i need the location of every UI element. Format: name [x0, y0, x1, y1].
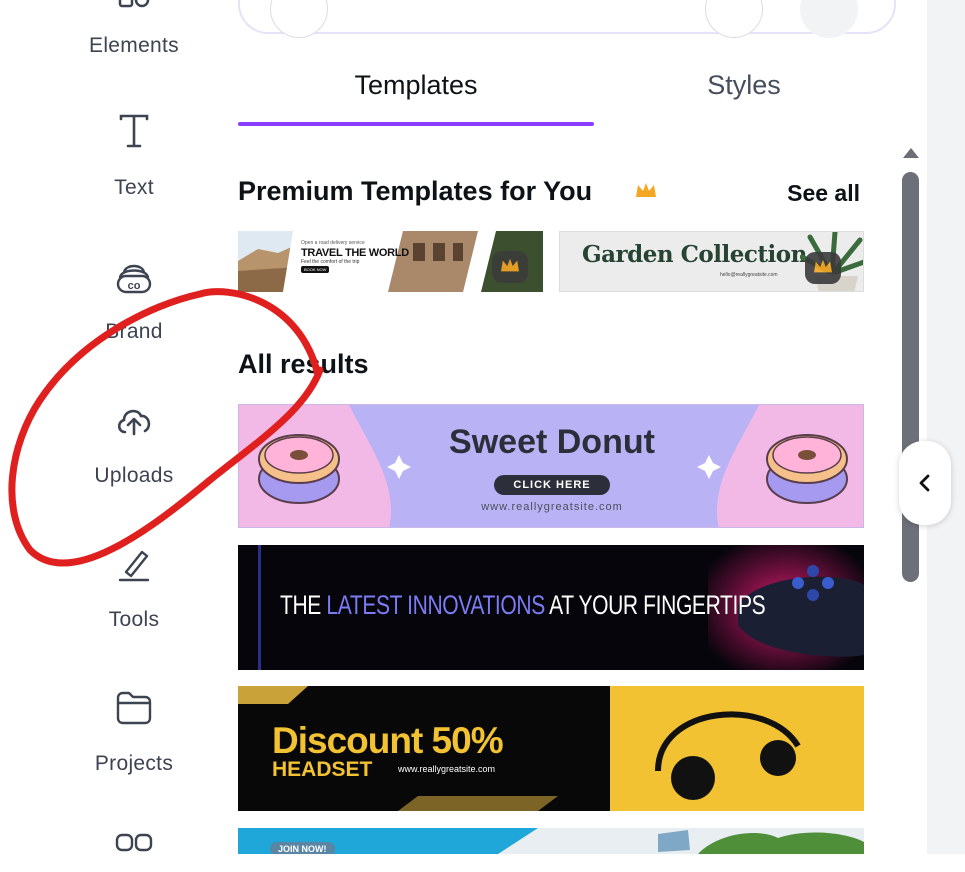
sidebar-item-elements[interactable]: Elements: [44, 0, 224, 110]
template-thumbnail-discount[interactable]: Discount 50% HEADSET www.reallygreatsite…: [238, 686, 864, 811]
sidebar-item-label: Text: [114, 176, 154, 199]
donut-click-button: CLICK HERE: [494, 475, 610, 495]
donut-headline: Sweet Donut: [449, 423, 655, 461]
sidebar-item-tools[interactable]: Tools: [44, 542, 224, 672]
crown-icon: [636, 183, 656, 197]
right-panel-strip: [927, 0, 965, 854]
headline-highlight: LATEST INNOVATIONS: [326, 590, 545, 620]
chevron-left-icon: [919, 474, 930, 492]
discount-subtitle: HEADSET: [272, 758, 373, 781]
travel-subtext: Feel the comfort of the trip: [301, 259, 360, 265]
section-title-premium: Premium Templates for You: [238, 176, 593, 206]
section-title-all-results: All results: [238, 349, 369, 379]
scroll-up-arrow-icon[interactable]: [903, 148, 919, 158]
crown-icon: [814, 259, 832, 273]
search-bar[interactable]: [238, 0, 896, 38]
svg-text:co: co: [128, 280, 141, 292]
text-icon: [119, 114, 149, 148]
collapse-panel-button[interactable]: [899, 441, 951, 525]
garden-subtext: hello@reallygreatsite.com: [720, 272, 778, 278]
active-tab-indicator: [238, 122, 594, 126]
apps-icon: [115, 833, 153, 852]
sidebar-item-label: Brand: [105, 320, 163, 343]
folder-icon: [116, 691, 152, 725]
elements-icon: [118, 0, 150, 8]
innovations-headline: THE LATEST INNOVATIONS AT YOUR FINGERTIP…: [280, 590, 766, 621]
premium-badge: [805, 252, 841, 284]
premium-badge: [492, 251, 528, 283]
brand-icon: co: [116, 264, 152, 294]
template-thumbnail-garden[interactable]: Garden Collection hello@reallygreatsite.…: [559, 231, 864, 292]
sidebar-item-text[interactable]: Text: [44, 110, 224, 240]
sidebar-item-apps[interactable]: [44, 828, 224, 854]
garden-headline: Garden Collection: [582, 241, 807, 268]
search-circle-button[interactable]: [270, 0, 328, 38]
discount-url: www.reallygreatsite.com: [398, 764, 496, 774]
crown-icon: [501, 258, 519, 272]
headline-pre: THE: [280, 590, 327, 620]
options-circle-button[interactable]: [800, 0, 858, 38]
template-thumbnail-join[interactable]: JOIN NOW!: [238, 828, 864, 854]
sidebar-item-label: Projects: [94, 752, 174, 775]
sidebar-item-label: Tools: [108, 608, 160, 631]
join-now-button: JOIN NOW!: [270, 842, 335, 854]
sidebar-item-label: Uploads: [94, 464, 174, 487]
cloud-upload-icon: [117, 409, 151, 436]
travel-headline: TRAVEL THE WORLD: [301, 247, 409, 259]
tab-styles[interactable]: Styles: [594, 70, 894, 104]
see-all-link[interactable]: See all: [787, 180, 860, 207]
headline-post: AT YOUR FINGERTIPS: [544, 590, 766, 620]
template-thumbnail-innovations[interactable]: THE LATEST INNOVATIONS AT YOUR FINGERTIP…: [238, 545, 864, 670]
sidebar-item-uploads[interactable]: Uploads: [44, 398, 224, 528]
sidebar: Elements Text co Brand Uploads Tools Pro…: [0, 0, 225, 854]
tab-templates[interactable]: Templates: [238, 70, 594, 104]
filter-circle-button[interactable]: [705, 0, 763, 38]
tools-icon: [118, 550, 150, 582]
template-thumbnail-sweet-donut[interactable]: Sweet Donut CLICK HERE www.reallygreatsi…: [238, 404, 864, 528]
travel-small-text: Open a road delivery service: [301, 240, 365, 246]
sidebar-item-brand[interactable]: co Brand: [44, 254, 224, 384]
sidebar-item-label: Elements: [89, 34, 179, 57]
travel-book-button: BOOK NOW: [301, 266, 330, 273]
donut-url: www.reallygreatsite.com: [481, 501, 623, 513]
discount-headline: Discount 50%: [272, 720, 504, 761]
sidebar-item-projects[interactable]: Projects: [44, 686, 224, 816]
template-thumbnail-travel[interactable]: Open a road delivery service TRAVEL THE …: [238, 231, 543, 292]
